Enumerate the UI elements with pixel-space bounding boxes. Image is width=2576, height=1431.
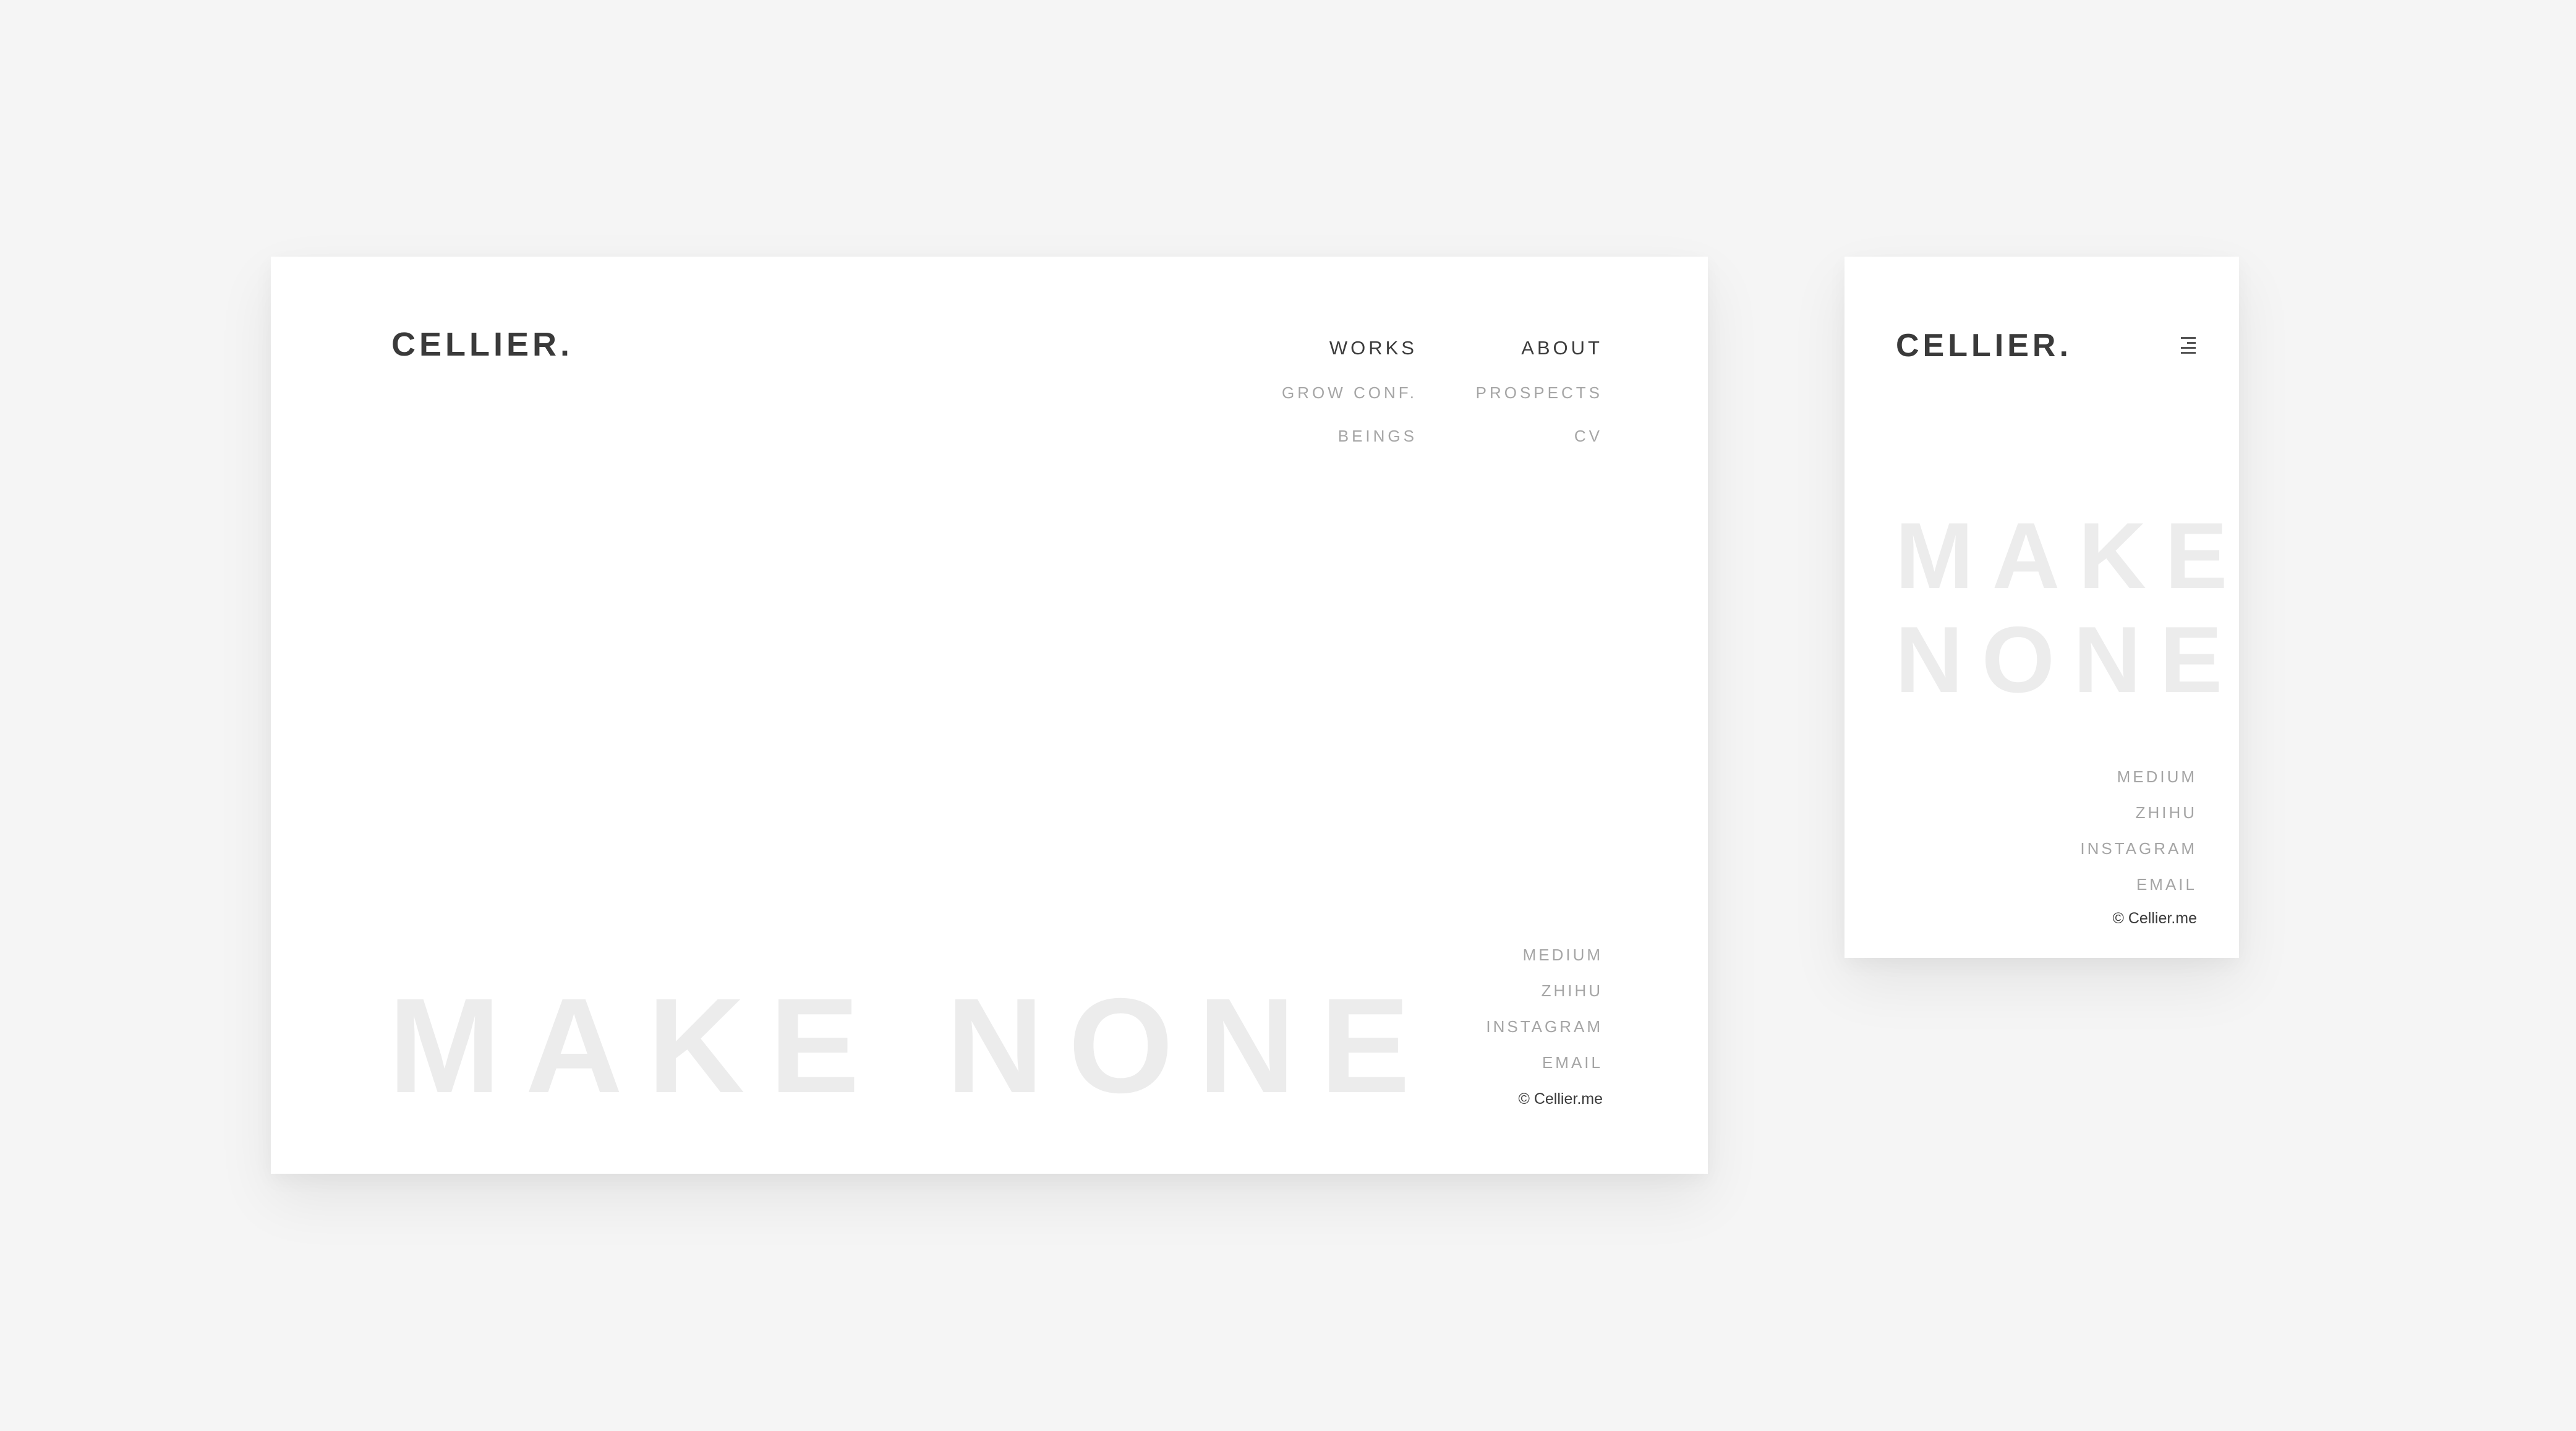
nav-works-link[interactable]: WORKS — [1282, 336, 1417, 382]
social-medium-link[interactable]: MEDIUM — [2080, 759, 2197, 795]
social-zhihu-link[interactable]: ZHIHU — [1486, 973, 1603, 1009]
nav-grow-conf-link[interactable]: GROW CONF. — [1282, 382, 1417, 425]
site-logo[interactable]: CELLIER. — [1896, 330, 2072, 362]
hero-heading: MAKE NONE — [388, 971, 1435, 1121]
social-links: MEDIUM ZHIHU INSTAGRAM EMAIL © Cellier.m… — [2080, 759, 2197, 934]
nav-cv-link[interactable]: CV — [1476, 425, 1603, 468]
nav-prospects-link[interactable]: PROSPECTS — [1476, 382, 1603, 425]
social-email-link[interactable]: EMAIL — [2080, 866, 2197, 902]
hero-line-2: NONE — [1895, 607, 2241, 712]
social-email-link[interactable]: EMAIL — [1486, 1044, 1603, 1080]
social-instagram-link[interactable]: INSTAGRAM — [1486, 1009, 1603, 1044]
copyright-text: © Cellier.me — [1518, 1090, 1603, 1108]
social-medium-link[interactable]: MEDIUM — [1486, 937, 1603, 973]
hamburger-menu-icon[interactable] — [2180, 336, 2196, 357]
copyright-text: © Cellier.me — [2112, 910, 2197, 927]
social-zhihu-link[interactable]: ZHIHU — [2080, 795, 2197, 831]
social-instagram-link[interactable]: INSTAGRAM — [2080, 831, 2197, 866]
hero-heading: MAKE NONE — [1895, 504, 2246, 712]
nav-about-column: ABOUT PROSPECTS CV — [1476, 336, 1603, 468]
site-logo[interactable]: CELLIER. — [391, 328, 573, 361]
hero-line-1: MAKE — [1895, 503, 2246, 609]
nav-works-column: WORKS GROW CONF. BEINGS — [1282, 336, 1417, 468]
desktop-page-mockup: CELLIER. WORKS GROW CONF. BEINGS ABOUT P… — [271, 257, 1708, 1174]
nav-about-link[interactable]: ABOUT — [1476, 336, 1603, 382]
nav-beings-link[interactable]: BEINGS — [1282, 425, 1417, 468]
social-links: MEDIUM ZHIHU INSTAGRAM EMAIL © Cellier.m… — [1486, 937, 1603, 1114]
mobile-page-mockup: CELLIER. MAKE NONE MEDIUM ZHIHU INSTAGRA… — [1845, 257, 2239, 958]
